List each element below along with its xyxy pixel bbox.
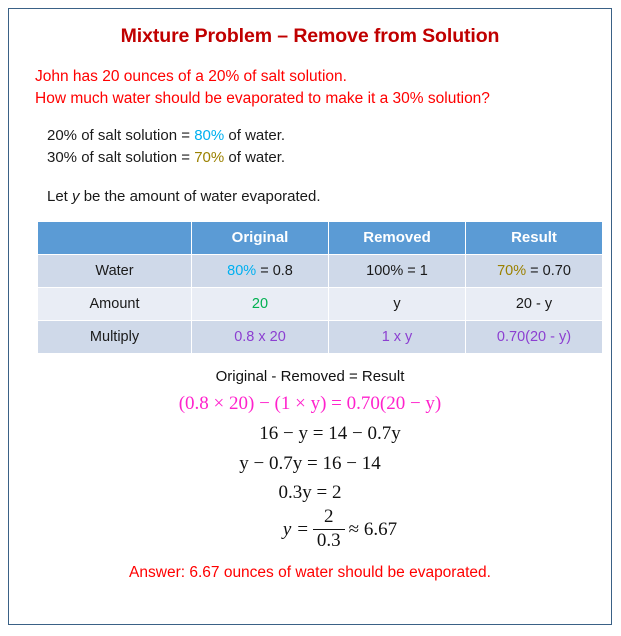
cell-water-result: 70% = 0.70 bbox=[465, 253, 603, 288]
problem-line-1: John has 20 ounces of a 20% of salt solu… bbox=[35, 68, 347, 85]
percent-line-2: 30% of salt solution = 70% of water. bbox=[47, 147, 611, 170]
cell-water-result-pct: 70% bbox=[497, 262, 527, 279]
let-variable: y bbox=[72, 187, 80, 205]
cell-water-original: 80% = 0.8 bbox=[191, 253, 329, 288]
table-row: Multiply 0.8 x 20 1 x y 0.70(20 - y) bbox=[37, 319, 603, 354]
table-row: Amount 20 y 20 - y bbox=[37, 286, 603, 321]
answer-line: Answer: 6.67 ounces of water should be e… bbox=[129, 564, 491, 582]
table-header-removed: Removed bbox=[328, 220, 466, 255]
cell-amount-original-value: 20 bbox=[251, 295, 269, 312]
let-prefix: Let bbox=[47, 187, 73, 205]
equation-step-3: y − 0.7y = 16 − 14 bbox=[239, 452, 381, 474]
cell-multiply-removed: 1 x y bbox=[328, 319, 466, 354]
percent-conversion-block: 20% of salt solution = 80% of water. 30%… bbox=[47, 125, 611, 170]
page-title: Mixture Problem – Remove from Solution bbox=[120, 25, 500, 47]
cell-multiply-original: 0.8 x 20 bbox=[191, 319, 329, 354]
let-suffix: be the amount of water evaporated. bbox=[79, 187, 321, 205]
mixture-table: Original Removed Result Water 80% = 0.8 … bbox=[37, 220, 603, 354]
equation-final-approx: ≈ 6.67 bbox=[348, 518, 398, 540]
cell-water-removed: 100% = 1 bbox=[328, 253, 466, 288]
cell-amount-original: 20 bbox=[191, 286, 329, 321]
cell-water-original-pct: 80% bbox=[227, 262, 257, 279]
row-label-water: Water bbox=[37, 253, 192, 288]
percent-line-2-prefix: 30% of salt solution = bbox=[47, 149, 195, 167]
equation-step-2: 16 − y = 14 − 0.7y bbox=[259, 423, 401, 445]
cell-multiply-original-expr: 0.8 x 20 bbox=[234, 328, 286, 345]
percent-line-1-prefix: 20% of salt solution = bbox=[47, 126, 195, 144]
cell-amount-result-value: 20 - y bbox=[515, 295, 553, 312]
problem-line-2: How much water should be evaporated to m… bbox=[35, 90, 490, 108]
solution-work: Original - Removed = Result (0.8 × 20) −… bbox=[9, 368, 611, 552]
row-label-multiply: Multiply bbox=[37, 319, 192, 354]
table-header-corner bbox=[37, 220, 192, 255]
cell-amount-result: 20 - y bbox=[465, 286, 603, 321]
cell-water-removed-text: 100% = 1 bbox=[366, 262, 428, 279]
percent-line-1-suffix: of water. bbox=[224, 126, 286, 144]
cell-water-original-rest: = 0.8 bbox=[256, 262, 293, 279]
fraction: 2 0.3 bbox=[312, 506, 345, 552]
fraction-denominator: 0.3 bbox=[316, 529, 341, 551]
equation-main: (0.8 × 20) − (1 × y) = 0.70(20 − y) bbox=[178, 392, 442, 414]
slide-frame: Mixture Problem – Remove from Solution J… bbox=[8, 8, 612, 625]
table-header-original: Original bbox=[191, 220, 329, 255]
percent-line-2-suffix: of water. bbox=[224, 149, 286, 167]
fraction-numerator: 2 bbox=[312, 506, 345, 530]
row-label-amount: Amount bbox=[37, 286, 192, 321]
table-row: Water 80% = 0.8 100% = 1 70% = 0.70 bbox=[37, 253, 603, 288]
cell-amount-removed-value: y bbox=[393, 295, 401, 312]
problem-statement: John has 20 ounces of a 20% of salt solu… bbox=[35, 66, 611, 111]
equation-final-lhs: y = bbox=[282, 518, 309, 540]
percent-line-1: 20% of salt solution = 80% of water. bbox=[47, 125, 611, 148]
cell-amount-removed: y bbox=[328, 286, 466, 321]
relation-statement: Original - Removed = Result bbox=[215, 367, 405, 385]
cell-multiply-result: 0.70(20 - y) bbox=[465, 319, 603, 354]
table-header-result: Result bbox=[465, 220, 603, 255]
cell-multiply-result-expr: 0.70(20 - y) bbox=[496, 328, 572, 345]
variable-definition: Let y be the amount of water evaporated. bbox=[47, 188, 611, 205]
table-header-row: Original Removed Result bbox=[37, 220, 603, 255]
cell-water-result-rest: = 0.70 bbox=[526, 262, 571, 279]
equation-final: y = 2 0.3 ≈ 6.67 bbox=[9, 506, 611, 553]
percent-line-2-value: 70% bbox=[194, 149, 225, 167]
equation-step-4: 0.3y = 2 bbox=[278, 482, 342, 504]
cell-multiply-removed-expr: 1 x y bbox=[381, 328, 413, 345]
percent-line-1-value: 80% bbox=[194, 126, 225, 144]
